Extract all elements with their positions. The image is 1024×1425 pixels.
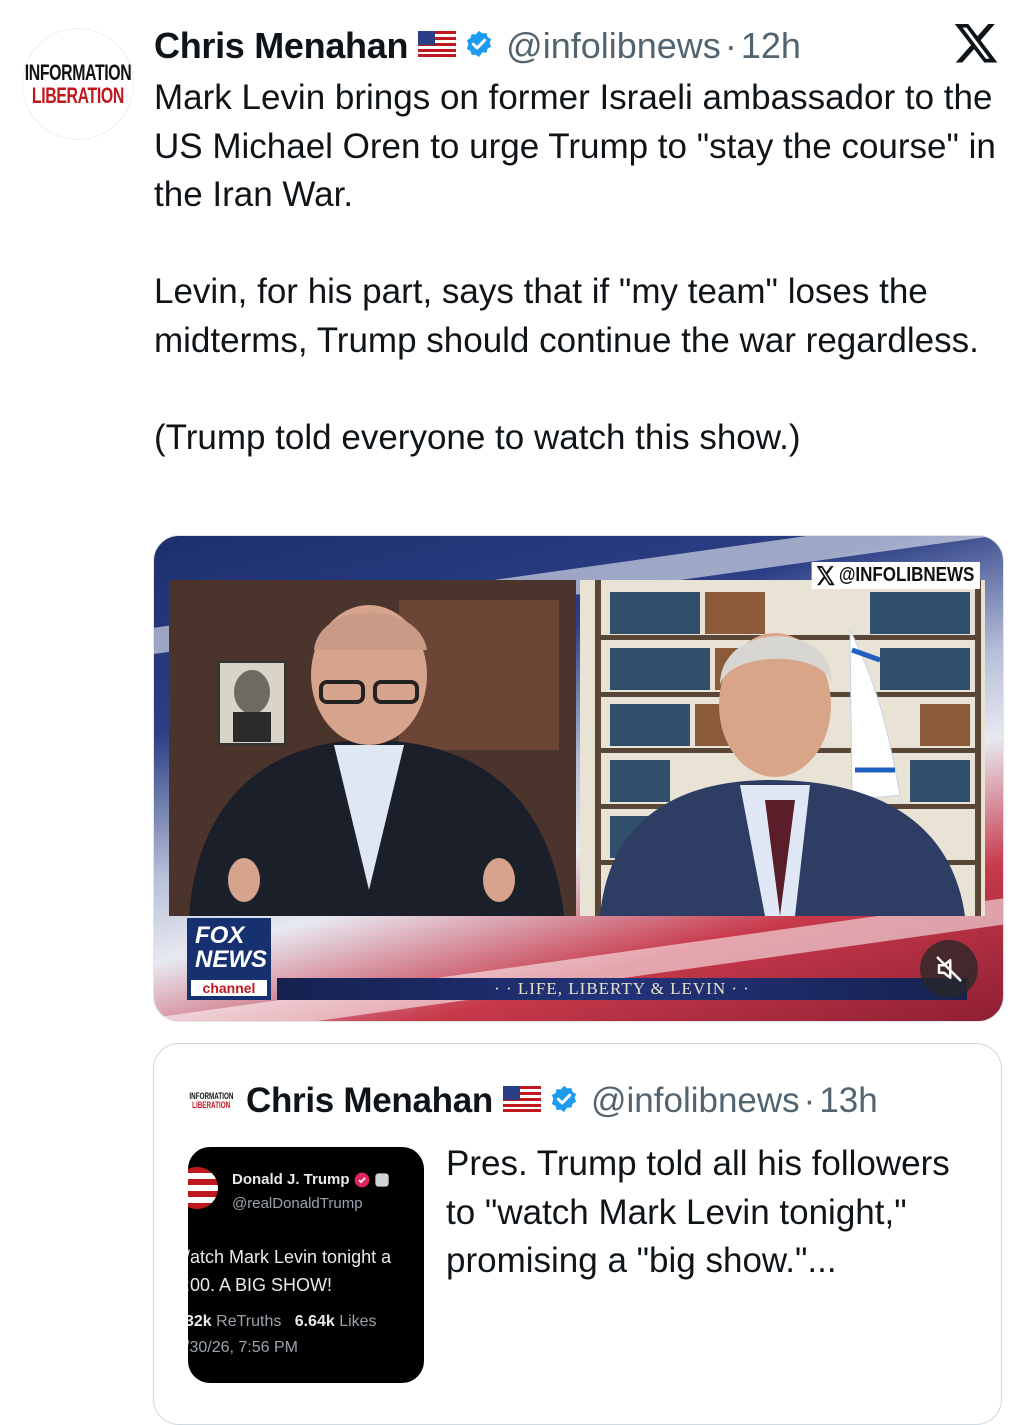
mute-button[interactable] — [920, 940, 978, 998]
author-name[interactable]: Chris Menahan — [154, 25, 408, 67]
thumbnail-post-line1: /atch Mark Levin tonight a — [188, 1247, 392, 1267]
quoted-timestamp[interactable]: 13h — [819, 1081, 877, 1121]
thumbnail-avatar — [188, 1167, 218, 1209]
quoted-author-handle[interactable]: @infolibnews — [591, 1081, 800, 1121]
x-logo-icon — [816, 565, 835, 585]
thumbnail-author-name: Donald J. Trump — [232, 1171, 350, 1188]
thumbnail-date: /30/26, 7:56 PM — [188, 1339, 298, 1356]
thumbnail-stats: 32k ReTruths 6.64k Likes — [188, 1313, 377, 1331]
thumbnail-post-line2: :00. A BIG SHOW! — [188, 1275, 333, 1295]
likes-label: Likes — [339, 1313, 377, 1330]
quoted-header: Chris Menahan @infolibnews · 13h — [246, 1078, 878, 1124]
badge-icon — [374, 1172, 389, 1187]
network-logo-line3: channel — [191, 980, 267, 996]
us-flag-icon — [417, 30, 457, 62]
tweet-text: Mark Levin brings on former Israeli amba… — [154, 78, 996, 457]
retruths-label: ReTruths — [216, 1313, 282, 1330]
separator-dot: · — [724, 25, 737, 66]
host-scene-illustration — [169, 580, 576, 916]
quoted-author-avatar[interactable]: INFORMATION LIBERATION — [188, 1086, 234, 1116]
speaker-muted-icon — [936, 956, 962, 982]
thumbnail-author-row: Donald J. Trump — [232, 1171, 390, 1188]
video-panel-host — [169, 580, 576, 916]
us-flag-icon — [502, 1085, 542, 1117]
retruths-count: 32k — [188, 1313, 212, 1330]
x-logo-icon — [954, 24, 999, 69]
video-watermark: @INFOLIBNEWS — [811, 562, 979, 589]
network-logo-line1: FOX — [195, 922, 245, 949]
show-banner: · · LIFE, LIBERTY & LEVIN · · — [277, 978, 967, 1000]
author-avatar[interactable]: INFORMATION LIBERATION — [22, 28, 134, 140]
network-logo-line2: NEWS — [195, 946, 267, 973]
news-chyron: FOX NEWS channel · · LIFE, LIBERTY & LEV… — [187, 918, 967, 1000]
verified-badge-icon — [549, 1084, 579, 1119]
separator-dot: · — [803, 1081, 816, 1120]
verified-badge-icon — [464, 29, 494, 64]
guest-scene-illustration — [580, 580, 985, 916]
quoted-media-thumbnail[interactable]: Donald J. Trump @realDonaldTrump /atch M… — [188, 1147, 424, 1383]
avatar-logo-line2: LIBERATION — [191, 1100, 231, 1110]
network-logo: FOX NEWS channel — [187, 918, 271, 1000]
thumbnail-author-handle: @realDonaldTrump — [232, 1195, 363, 1212]
author-handle[interactable]: @infolibnews — [506, 25, 721, 67]
verified-badge-icon — [354, 1172, 369, 1187]
timestamp[interactable]: 12h — [741, 25, 801, 67]
avatar-logo-line1: INFORMATION — [24, 59, 132, 85]
tweet-video[interactable]: @INFOLIBNEWS FOX NEWS channel · · LIFE, … — [153, 535, 1004, 1022]
watermark-handle: @INFOLIBNEWS — [838, 564, 974, 586]
quoted-tweet-text: Pres. Trump told all his followers to "w… — [446, 1144, 950, 1280]
avatar-logo-line2: LIBERATION — [31, 82, 125, 108]
video-panel-guest — [580, 580, 985, 916]
likes-count: 6.64k — [294, 1313, 335, 1330]
tweet-header: Chris Menahan @infolibnews · 12h — [154, 22, 801, 70]
quoted-tweet[interactable]: INFORMATION LIBERATION Chris Menahan @in… — [153, 1043, 1002, 1425]
quoted-author-name[interactable]: Chris Menahan — [246, 1081, 493, 1121]
